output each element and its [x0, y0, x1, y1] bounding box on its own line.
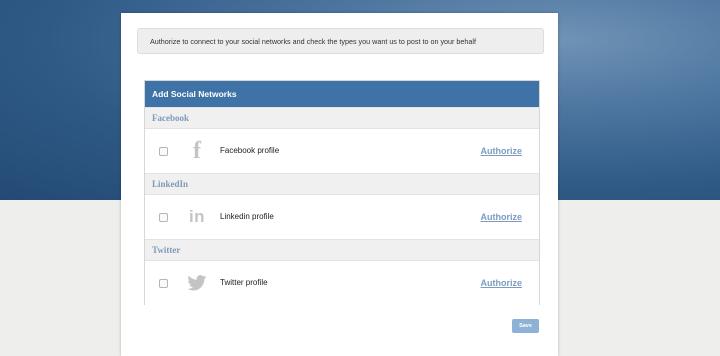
section-title-linkedin: LinkedIn [145, 173, 539, 195]
facebook-checkbox[interactable] [159, 147, 168, 156]
linkedin-profile-label: Linkedin profile [220, 212, 274, 221]
facebook-icon: f [193, 138, 201, 164]
linkedin-authorize-link[interactable]: Authorize [481, 195, 523, 239]
instruction-notice: Authorize to connect to your social netw… [137, 28, 544, 54]
card-title: Add Social Networks [145, 81, 539, 107]
facebook-profile-label: Facebook profile [220, 146, 280, 155]
network-row-linkedin: in Linkedin profile Authorize [145, 195, 539, 239]
twitter-profile-label: Twitter profile [220, 278, 268, 287]
facebook-authorize-link[interactable]: Authorize [481, 129, 523, 173]
twitter-authorize-link[interactable]: Authorize [481, 261, 523, 305]
save-button[interactable]: Save [512, 319, 539, 333]
section-title-facebook: Facebook [145, 107, 539, 129]
linkedin-checkbox[interactable] [159, 213, 168, 222]
network-row-twitter: Twitter profile Authorize [145, 261, 539, 305]
social-networks-card: Add Social Networks Facebook f Facebook … [144, 80, 540, 305]
network-row-facebook: f Facebook profile Authorize [145, 129, 539, 173]
section-title-twitter: Twitter [145, 239, 539, 261]
main-panel: Authorize to connect to your social netw… [121, 13, 558, 356]
twitter-checkbox[interactable] [159, 279, 168, 288]
linkedin-icon: in [188, 207, 206, 226]
twitter-icon [185, 270, 209, 296]
